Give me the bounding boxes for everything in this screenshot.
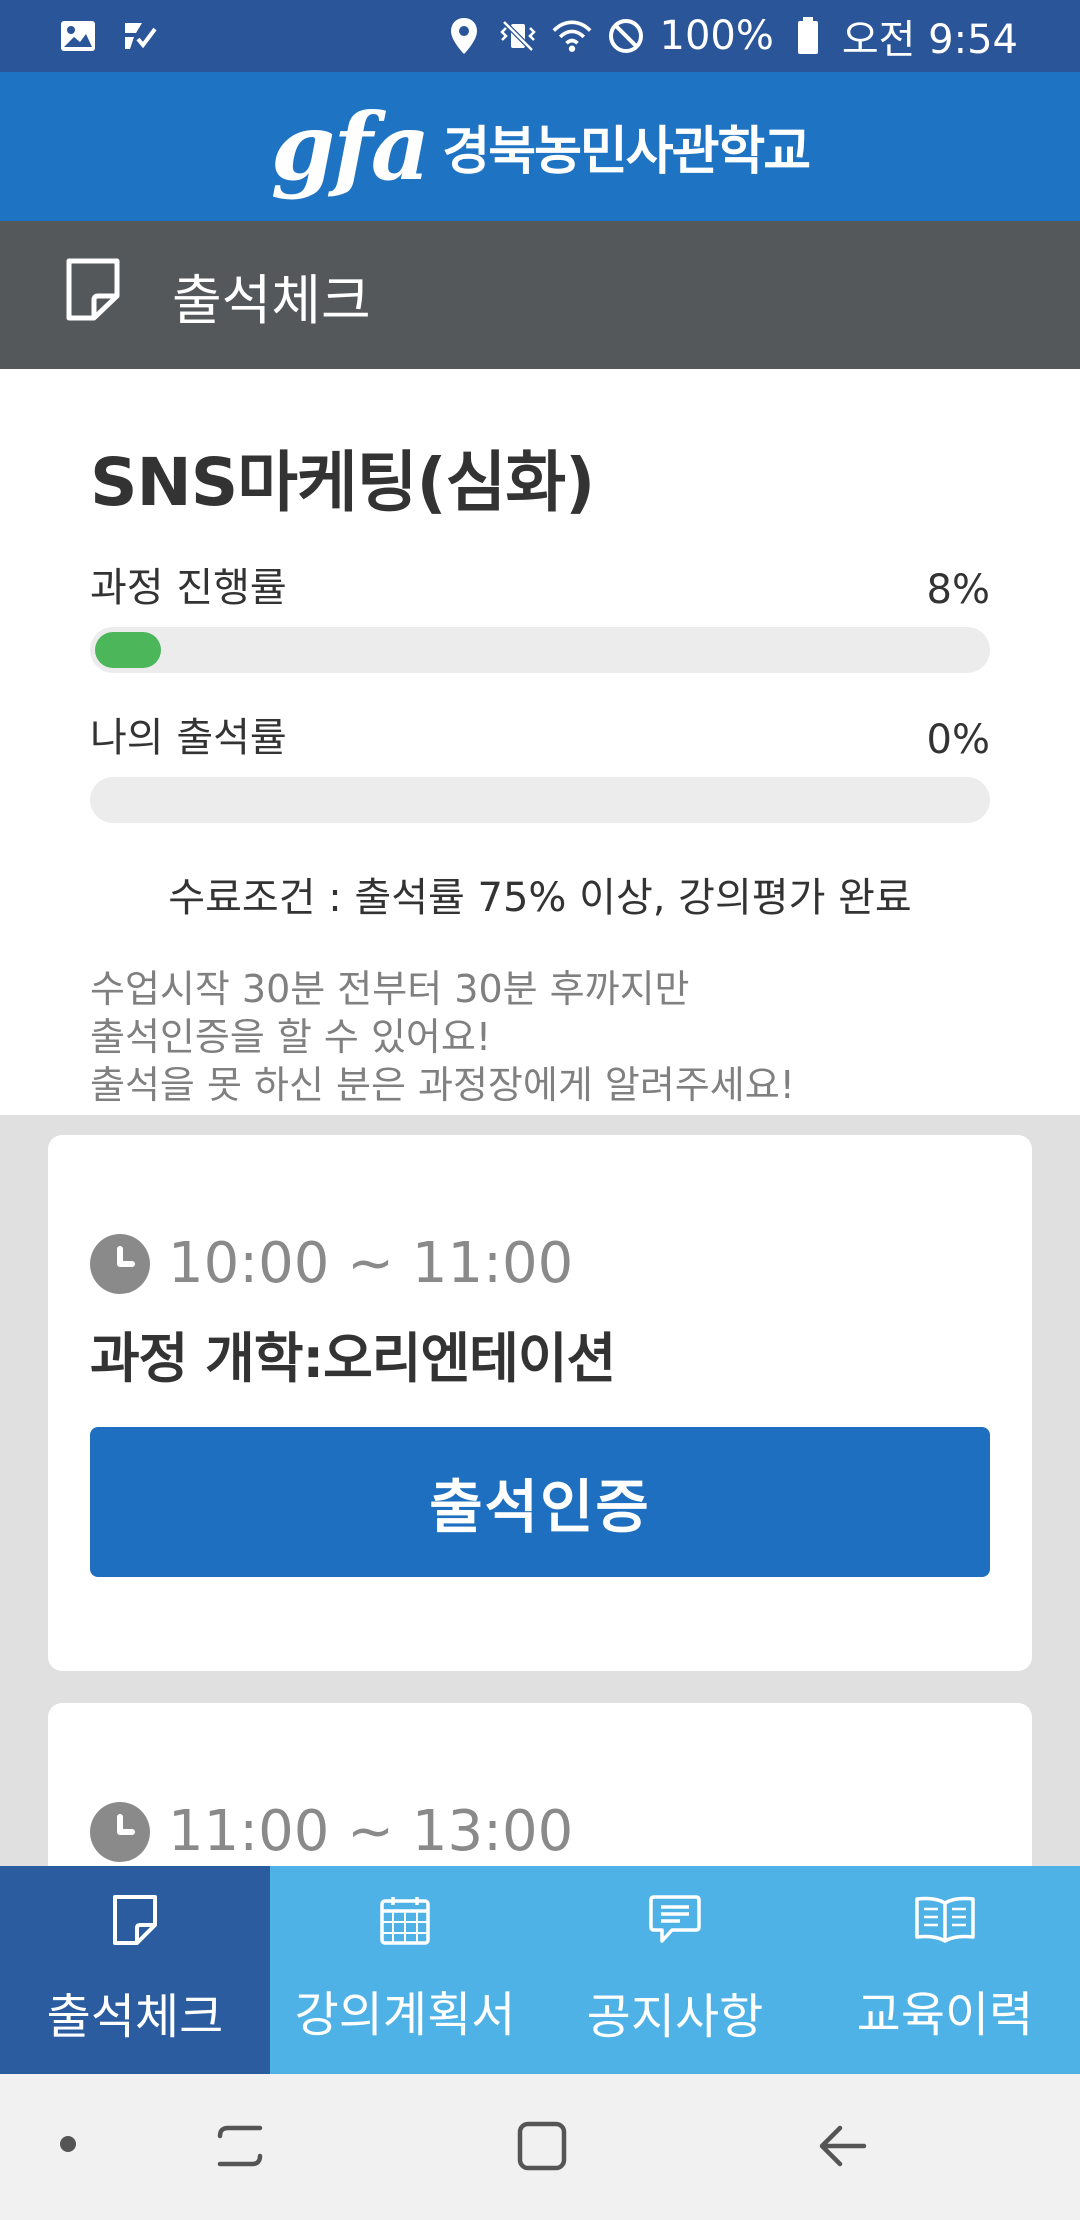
system-nav-bar xyxy=(0,2074,1080,2220)
back-icon[interactable] xyxy=(814,2118,874,2174)
session-card: 10:00 ~ 11:00 과정 개학:오리엔테이션 출석인증 xyxy=(48,1135,1032,1671)
task-check-notification-icon xyxy=(120,16,160,56)
nav-tab-label: 출석체크 xyxy=(46,1989,224,2045)
session-time-row: 10:00 ~ 11:00 xyxy=(90,1231,990,1296)
session-title: 과정 개학:오리엔테이션 xyxy=(90,1327,616,1390)
notice-line: 출석인증을 할 수 있어요! xyxy=(90,1015,492,1059)
course-summary: SNS마케팅(심화) 과정 진행률 8% 나의 출석률 0% 수료조건 : 출석… xyxy=(0,369,1080,1115)
session-time-row: 11:00 ~ 13:00 xyxy=(90,1799,990,1864)
attendance-notice: 수업시작 30분 전부터 30분 후까지만 출석인증을 할 수 있어요! 출석을… xyxy=(90,965,990,1109)
page-header: 출석체크 xyxy=(0,221,1080,369)
progress-rate-label: 과정 진행률 xyxy=(90,565,287,611)
session-time: 10:00 ~ 11:00 xyxy=(168,1231,574,1296)
nav-tab-label: 공지사항 xyxy=(586,1989,764,2045)
status-bar-left xyxy=(58,16,160,56)
page-title: 출석체크 xyxy=(172,268,371,332)
battery-percent: 100% xyxy=(659,13,774,59)
open-book-icon xyxy=(913,1895,977,1957)
attendance-rate-label: 나의 출석률 xyxy=(90,715,287,761)
wifi-icon xyxy=(552,16,592,56)
progress-rate-value: 8% xyxy=(926,567,990,613)
session-time: 11:00 ~ 13:00 xyxy=(168,1799,574,1864)
calendar-icon xyxy=(379,1895,431,1957)
clock-icon xyxy=(90,1233,150,1294)
location-icon xyxy=(444,16,484,56)
nav-tab-notices[interactable]: 공지사항 xyxy=(540,1866,810,2074)
session-list[interactable]: 10:00 ~ 11:00 과정 개학:오리엔테이션 출석인증 11:00 ~ … xyxy=(0,1115,1080,1866)
notice-line: 수업시작 30분 전부터 30분 후까지만 xyxy=(90,967,690,1011)
do-not-disturb-icon xyxy=(606,16,646,56)
app-logo: gfa 경북농민사관학교 xyxy=(270,92,811,201)
session-card: 11:00 ~ 13:00 xyxy=(48,1703,1032,1866)
completion-condition: 수료조건 : 출석률 75% 이상, 강의평가 완료 xyxy=(168,875,912,921)
attendance-verify-button[interactable]: 출석인증 xyxy=(90,1427,990,1577)
nav-tab-syllabus[interactable]: 강의계획서 xyxy=(270,1866,540,2074)
status-bar: 100% 오전 9:54 xyxy=(0,0,1080,72)
note-icon xyxy=(64,256,122,335)
recent-apps-icon[interactable] xyxy=(212,2118,268,2174)
chat-bubble-icon xyxy=(648,1893,702,1959)
gallery-notification-icon xyxy=(58,16,98,56)
attendance-rate-row: 나의 출석률 0% xyxy=(90,709,990,763)
nav-tab-label: 교육이력 xyxy=(856,1987,1034,2043)
nav-dot-icon[interactable] xyxy=(58,2134,78,2154)
attendance-bar xyxy=(90,777,990,823)
attendance-rate-value: 0% xyxy=(926,717,990,763)
status-bar-right: 100% 오전 9:54 xyxy=(444,7,1018,65)
progress-bar xyxy=(90,627,990,673)
notice-line: 출석을 못 하신 분은 과정장에게 알려주세요! xyxy=(90,1063,795,1107)
note-icon xyxy=(111,1893,159,1959)
logo-mark: gfa xyxy=(270,92,431,201)
battery-icon xyxy=(788,16,828,56)
clock-time: 오전 9:54 xyxy=(841,17,1018,63)
clock-icon xyxy=(90,1801,150,1862)
progress-rate-row: 과정 진행률 8% xyxy=(90,559,990,613)
progress-bar-fill xyxy=(95,632,161,668)
vibrate-mute-icon xyxy=(498,16,538,56)
nav-tab-attendance[interactable]: 출석체크 xyxy=(0,1866,270,2074)
nav-tab-label: 강의계획서 xyxy=(294,1987,516,2043)
course-title: SNS마케팅(심화) xyxy=(90,444,595,521)
app-bar: gfa 경북농민사관학교 xyxy=(0,72,1080,221)
logo-text: 경북농민사관학교 xyxy=(442,122,811,182)
home-icon[interactable] xyxy=(514,2118,570,2174)
bottom-nav: 출석체크 강의계획서 공지사항 교육이력 xyxy=(0,1866,1080,2074)
nav-tab-education-history[interactable]: 교육이력 xyxy=(810,1866,1080,2074)
